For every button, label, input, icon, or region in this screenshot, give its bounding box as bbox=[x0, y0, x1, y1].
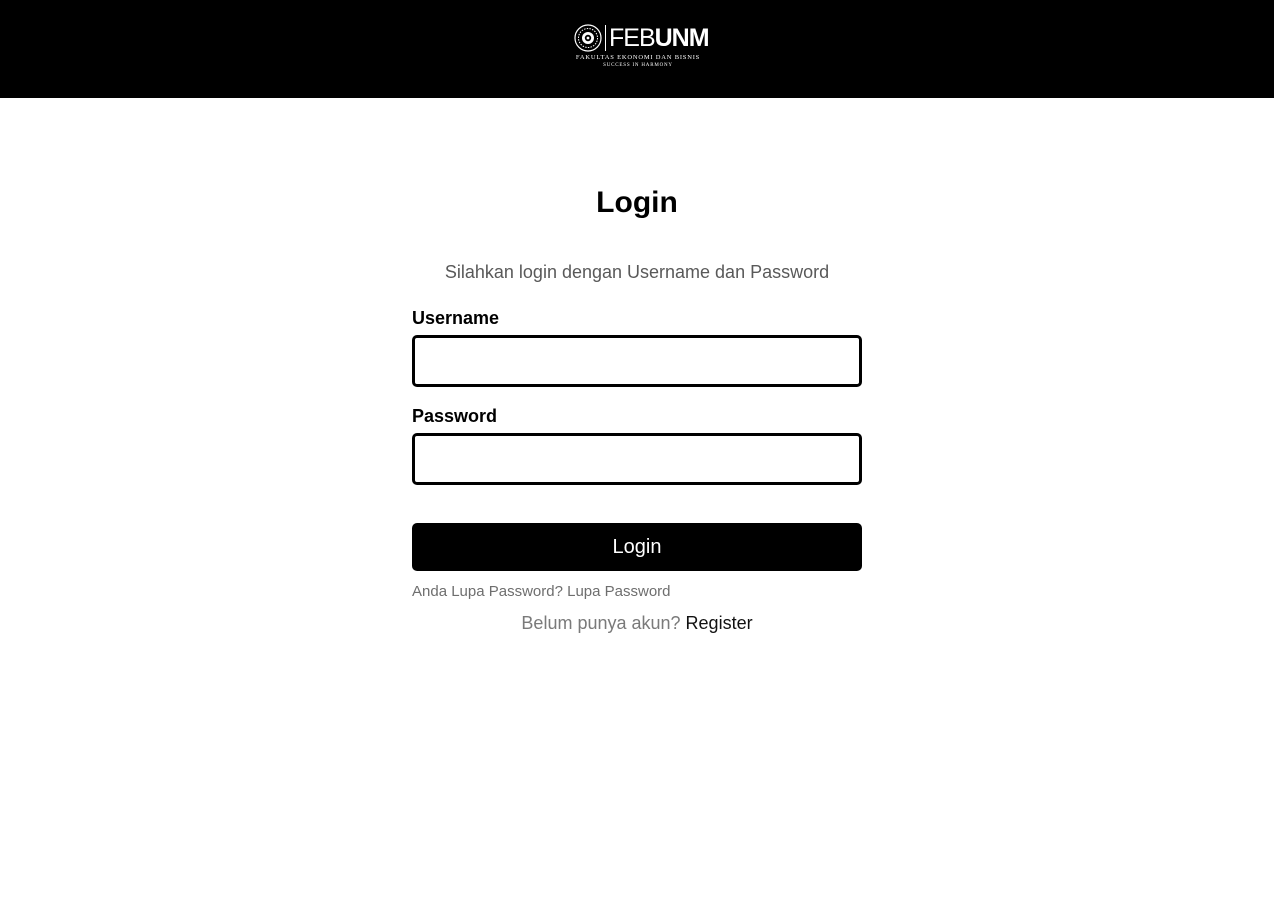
username-label: Username bbox=[412, 308, 500, 328]
forgot-password-row: Anda Lupa Password? Lupa Password bbox=[412, 583, 671, 601]
logo-faculty-name: FAKULTAS EKONOMI DAN BISNIS bbox=[575, 54, 701, 61]
university-emblem-icon bbox=[574, 24, 602, 52]
password-input[interactable] bbox=[412, 433, 862, 485]
logo-tagline: SUCCESS IN HARMONY bbox=[603, 63, 673, 68]
login-instructions: Silahkan login dengan Username dan Passw… bbox=[444, 262, 830, 282]
logo-word-unm: UNM bbox=[654, 24, 710, 52]
page-title: Login bbox=[596, 186, 678, 219]
logo-divider bbox=[605, 25, 606, 51]
forgot-password-prompt: Anda Lupa Password? bbox=[412, 583, 563, 600]
forgot-password-link[interactable]: Lupa Password bbox=[567, 583, 670, 600]
register-row: Belum punya akun? Register bbox=[412, 612, 862, 634]
login-button[interactable]: Login bbox=[412, 523, 862, 571]
register-link[interactable]: Register bbox=[686, 613, 753, 633]
febunm-logo[interactable]: FEBUNM FAKULTAS EKONOMI DAN BISNIS SUCCE… bbox=[574, 22, 710, 70]
password-label: Password bbox=[412, 406, 498, 426]
logo-wordmark: FEBUNM bbox=[609, 24, 710, 52]
register-prompt: Belum punya akun? bbox=[521, 613, 681, 633]
logo-word-feb: FEB bbox=[609, 24, 656, 52]
top-header-bar: FEBUNM FAKULTAS EKONOMI DAN BISNIS SUCCE… bbox=[0, 0, 1274, 98]
username-input[interactable] bbox=[412, 335, 862, 387]
